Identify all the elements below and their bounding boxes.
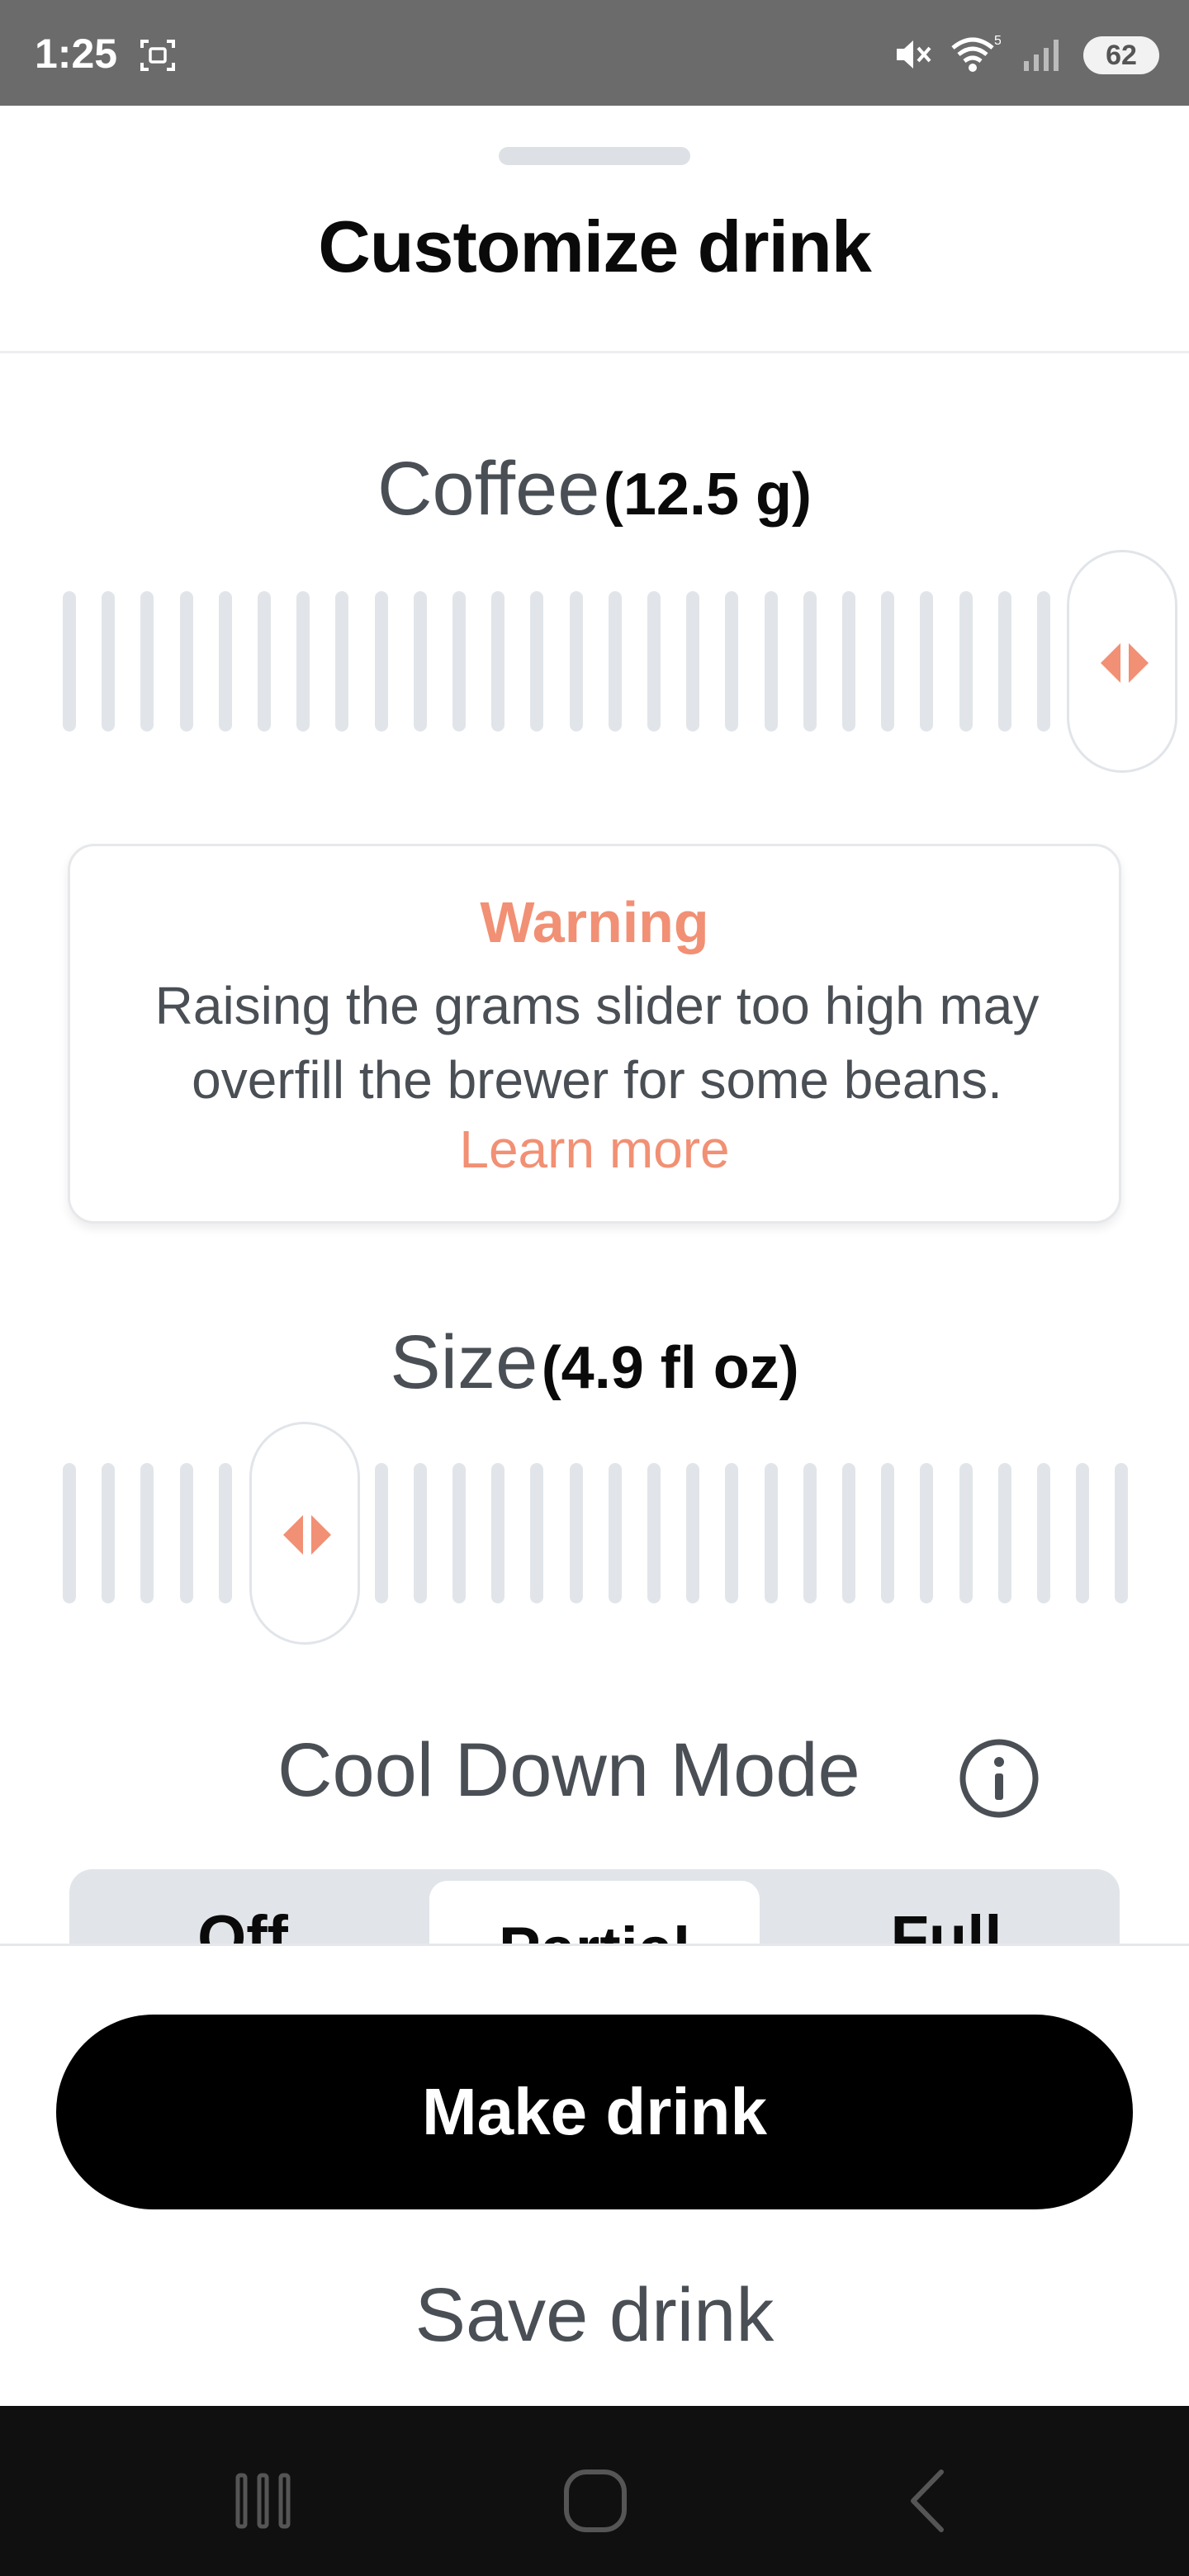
slider-arrows-icon (283, 1515, 331, 1555)
slider-tick (686, 1463, 700, 1603)
make-drink-button[interactable]: Make drink (56, 2015, 1133, 2209)
slider-tick (179, 591, 193, 732)
learn-more-link[interactable]: Learn more (70, 1119, 1119, 1180)
slider-tick (959, 1463, 973, 1603)
slider-tick (997, 1463, 1011, 1603)
slider-tick (997, 591, 1011, 732)
mute-icon (897, 40, 931, 69)
segment-full[interactable]: Full (773, 1869, 1120, 1952)
slider-tick (452, 1463, 466, 1603)
slider-tick (764, 1463, 778, 1603)
slider-tick (920, 591, 934, 732)
slider-tick (374, 591, 388, 732)
slider-tick (258, 591, 271, 732)
slider-tick (920, 1463, 934, 1603)
cool-down-segmented-control: Off Partial Full (69, 1869, 1120, 1952)
header-divider (0, 351, 1189, 353)
slider-tick (842, 1463, 855, 1603)
slider-tick (179, 1463, 193, 1603)
slider-tick (881, 591, 895, 732)
size-value: (4.9 fl oz) (541, 1335, 799, 1401)
battery-indicator: 62 (1083, 36, 1159, 74)
cool-down-label: Cool Down Mode (277, 1728, 860, 1812)
coffee-label: Coffee (12.5 g) (0, 446, 1189, 533)
slider-tick (335, 591, 349, 732)
slider-tick (764, 591, 778, 732)
slider-tick (218, 591, 232, 732)
slider-tick (102, 591, 116, 732)
slider-tick (413, 591, 427, 732)
coffee-slider[interactable] (0, 591, 1189, 732)
slider-tick (491, 1463, 505, 1603)
status-time: 1:25 (35, 31, 118, 77)
size-name: Size (390, 1320, 538, 1404)
warning-card: Warning Raising the grams slider too hig… (68, 844, 1121, 1224)
size-label: Size (4.9 fl oz) (0, 1319, 1189, 1406)
slider-tick (725, 1463, 739, 1603)
coffee-value: (12.5 g) (603, 462, 812, 528)
slider-tick (608, 1463, 622, 1603)
slider-tick (413, 1463, 427, 1603)
slider-arrows-icon (1101, 643, 1149, 683)
back-icon[interactable] (892, 2464, 966, 2538)
signal-icon (1024, 40, 1059, 71)
slider-tick (608, 591, 622, 732)
sheet-grabber[interactable] (499, 147, 690, 165)
wifi-icon: 5 (951, 34, 1001, 72)
slider-tick (725, 591, 739, 732)
segment-off[interactable]: Off (69, 1869, 416, 1952)
slider-tick (569, 591, 583, 732)
coffee-name: Coffee (377, 447, 600, 531)
wifi-badge: 5 (994, 34, 1001, 48)
sheet-title: Customize drink (318, 206, 872, 287)
home-icon[interactable] (558, 2464, 632, 2538)
slider-tick (686, 591, 700, 732)
slider-tick (218, 1463, 232, 1603)
warning-body: Raising the grams slider too high may ov… (154, 976, 1040, 1110)
slider-tick (491, 591, 505, 732)
slider-tick (1076, 1463, 1090, 1603)
status-bar: 1:25 5 62 (0, 0, 1189, 106)
screenshot-icon (140, 40, 175, 71)
size-slider[interactable] (0, 1463, 1189, 1603)
slider-tick (530, 1463, 544, 1603)
slider-tick (803, 591, 817, 732)
slider-tick (1037, 591, 1050, 732)
slider-tick (1115, 1463, 1129, 1603)
slider-tick (569, 1463, 583, 1603)
size-slider-thumb[interactable] (249, 1422, 360, 1645)
slider-tick (140, 1463, 154, 1603)
slider-tick (1037, 1463, 1050, 1603)
save-drink-button[interactable]: Save drink (0, 2272, 1189, 2359)
slider-tick (959, 591, 973, 732)
slider-tick (881, 1463, 895, 1603)
segment-partial[interactable]: Partial (429, 1881, 760, 1952)
slider-tick (374, 1463, 388, 1603)
slider-tick (296, 591, 310, 732)
warning-title: Warning (480, 890, 709, 954)
slider-tick (647, 1463, 661, 1603)
info-icon[interactable] (958, 1737, 1040, 1820)
slider-tick (452, 591, 466, 732)
slider-tick (530, 591, 544, 732)
recents-icon[interactable] (226, 2464, 301, 2538)
slider-tick (102, 1463, 116, 1603)
slider-tick (140, 591, 154, 732)
slider-tick (842, 591, 855, 732)
slider-tick (63, 1463, 76, 1603)
slider-tick (647, 591, 661, 732)
system-nav-bar (0, 2406, 1189, 2576)
coffee-slider-thumb[interactable] (1067, 550, 1177, 773)
slider-tick (63, 591, 76, 732)
slider-tick (803, 1463, 817, 1603)
